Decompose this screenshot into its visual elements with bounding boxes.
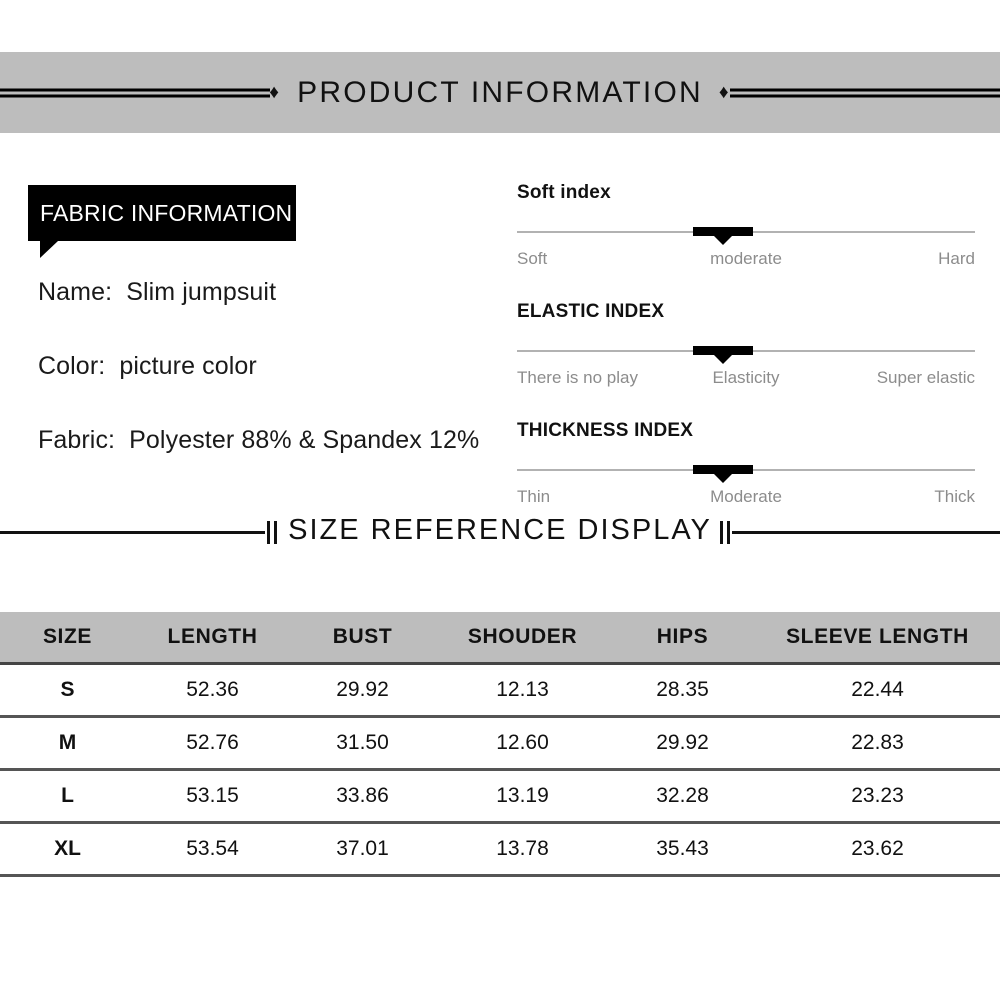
- spec-value-fabric: Polyester 88% & Spandex 12%: [129, 426, 480, 454]
- product-information-banner: ♦ PRODUCT INFORMATION ♦: [0, 52, 1000, 133]
- soft-index-marker: [693, 227, 754, 236]
- spec-value-color: picture color: [119, 352, 257, 380]
- cell-sleeve: 22.83: [755, 716, 1000, 771]
- spec-row-fabric: Fabric: Polyester 88% & Spandex 12%: [38, 426, 498, 455]
- cell-hips: 28.35: [610, 663, 755, 718]
- cell-length: 52.76: [135, 716, 290, 771]
- cell-size: M: [0, 716, 135, 771]
- cell-bust: 29.92: [290, 663, 435, 718]
- page-title: ♦ PRODUCT INFORMATION ♦: [269, 76, 731, 110]
- soft-index-high-label: Hard: [938, 249, 975, 268]
- cell-length: 53.15: [135, 769, 290, 824]
- cell-sleeve: 23.62: [755, 822, 1000, 877]
- spec-row-name: Name: Slim jumpsuit: [38, 278, 498, 307]
- banner-rule-left: [0, 88, 270, 97]
- cell-sleeve: 23.23: [755, 769, 1000, 824]
- cell-shoulder: 12.60: [435, 716, 610, 771]
- cell-hips: 29.92: [610, 716, 755, 771]
- fabric-information-badge: FABRIC INFORMATION: [28, 185, 296, 241]
- column-header-bust: BUST: [290, 612, 435, 665]
- soft-index-mid-label: moderate: [710, 249, 782, 268]
- thickness-index-mid-label: Moderate: [710, 487, 782, 506]
- table-row: L 53.15 33.86 13.19 32.28 23.23: [0, 769, 1000, 824]
- cell-hips: 35.43: [610, 822, 755, 877]
- cell-length: 52.36: [135, 663, 290, 718]
- elastic-index-high-label: Super elastic: [876, 368, 975, 387]
- cell-shoulder: 12.13: [435, 663, 610, 718]
- spec-label-color: Color:: [38, 352, 106, 380]
- column-header-size: SIZE: [0, 612, 135, 665]
- thickness-index-track: [517, 461, 975, 483]
- spec-value-name: Slim jumpsuit: [126, 278, 277, 306]
- elastic-index-labels: There is no play Elasticity Super elasti…: [517, 368, 975, 392]
- elastic-index-track: [517, 342, 975, 364]
- thickness-index-block: THICKNESS INDEX Thin Moderate Thick: [517, 420, 975, 511]
- cell-size: S: [0, 663, 135, 718]
- elastic-index-title: ELASTIC INDEX: [517, 301, 665, 322]
- table-row: M 52.76 31.50 12.60 29.92 22.83: [0, 716, 1000, 771]
- table-row: S 52.36 29.92 12.13 28.35 22.44: [0, 663, 1000, 718]
- divider-cap-left-outer: [267, 521, 270, 544]
- cell-size: L: [0, 769, 135, 824]
- thickness-index-low-label: Thin: [517, 487, 551, 506]
- column-header-hips: HIPS: [610, 612, 755, 665]
- diamond-right-icon: ♦: [718, 82, 731, 103]
- cell-bust: 37.01: [290, 822, 435, 877]
- fabric-badge-tail: [40, 241, 58, 258]
- cell-shoulder: 13.19: [435, 769, 610, 824]
- cell-hips: 32.28: [610, 769, 755, 824]
- size-reference-title: SIZE REFERENCE DISPLAY: [288, 514, 712, 546]
- cell-bust: 33.86: [290, 769, 435, 824]
- thickness-index-title: THICKNESS INDEX: [517, 420, 694, 441]
- thickness-index-high-label: Thick: [934, 487, 975, 506]
- column-header-sleeve: SLEEVE LENGTH: [755, 612, 1000, 665]
- soft-index-title: Soft index: [517, 182, 611, 203]
- soft-index-track: [517, 223, 975, 245]
- soft-index-block: Soft index Soft moderate Hard: [517, 182, 975, 273]
- banner-rule-right: [730, 88, 1000, 97]
- spec-label-name: Name:: [38, 278, 113, 306]
- divider-cap-right-inner: [720, 521, 723, 544]
- cell-sleeve: 22.44: [755, 663, 1000, 718]
- soft-index-low-label: Soft: [517, 249, 548, 268]
- size-reference-divider: SIZE REFERENCE DISPLAY: [0, 508, 1000, 556]
- spec-row-color: Color: picture color: [38, 352, 498, 381]
- index-meters: Soft index Soft moderate Hard ELASTIC IN…: [517, 182, 975, 539]
- divider-line-left: [0, 531, 265, 534]
- elastic-index-block: ELASTIC INDEX There is no play Elasticit…: [517, 301, 975, 392]
- divider-cap-left-inner: [274, 521, 277, 544]
- size-chart-table: SIZE LENGTH BUST SHOUDER HIPS SLEEVE LEN…: [0, 612, 1000, 877]
- thickness-index-marker: [693, 465, 754, 474]
- divider-cap-right-outer: [727, 521, 730, 544]
- cell-length: 53.54: [135, 822, 290, 877]
- soft-index-labels: Soft moderate Hard: [517, 249, 975, 273]
- fabric-information-badge-label: FABRIC INFORMATION: [40, 199, 293, 226]
- page-title-text: PRODUCT INFORMATION: [297, 75, 703, 109]
- divider-line-right: [732, 531, 1000, 534]
- diamond-left-icon: ♦: [269, 82, 282, 103]
- fabric-spec-list: Name: Slim jumpsuit Color: picture color…: [38, 278, 498, 500]
- cell-shoulder: 13.78: [435, 822, 610, 877]
- table-header-row: SIZE LENGTH BUST SHOUDER HIPS SLEEVE LEN…: [0, 612, 1000, 665]
- elastic-index-low-label: There is no play: [517, 368, 638, 387]
- column-header-shoulder: SHOUDER: [435, 612, 610, 665]
- cell-size: XL: [0, 822, 135, 877]
- elastic-index-marker: [693, 346, 754, 355]
- spec-label-fabric: Fabric:: [38, 426, 116, 454]
- cell-bust: 31.50: [290, 716, 435, 771]
- column-header-length: LENGTH: [135, 612, 290, 665]
- elastic-index-mid-label: Elasticity: [712, 368, 780, 387]
- table-row: XL 53.54 37.01 13.78 35.43 23.62: [0, 822, 1000, 877]
